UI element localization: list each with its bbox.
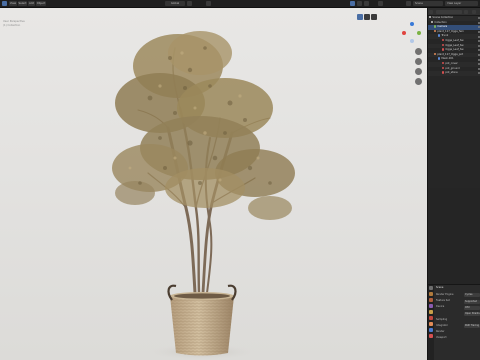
property-label: Feature Set bbox=[436, 299, 450, 303]
property-field[interactable]: CPU bbox=[464, 305, 480, 310]
blender-window: View Select Add Object Global Scene View… bbox=[0, 0, 480, 360]
gizmo-z-axis-icon[interactable] bbox=[410, 22, 414, 26]
outliner-row-label: plant_117_Ogga_pot bbox=[437, 52, 464, 56]
overlay-icon[interactable] bbox=[378, 1, 383, 6]
property-field[interactable]: Cycles bbox=[464, 293, 480, 298]
snap-icon[interactable] bbox=[187, 1, 192, 6]
outliner[interactable]: Scene Collection Collection Camera plant_11… bbox=[428, 8, 480, 188]
properties-editor[interactable]: Scene Render Engine Cycles Feature Set Supp… bbox=[428, 284, 480, 360]
camera-view-icon[interactable] bbox=[415, 68, 422, 75]
scene-tab-icon[interactable] bbox=[429, 310, 433, 314]
outliner-row-label: plant_117_Ogga_fern bbox=[437, 29, 464, 33]
gizmo-x-axis-icon[interactable] bbox=[402, 31, 406, 35]
property-field[interactable]: Open Shading Language bbox=[464, 311, 480, 316]
menu-object[interactable]: Object bbox=[36, 1, 46, 6]
render-tab-icon[interactable] bbox=[429, 292, 433, 296]
transform-orientation-dropdown[interactable]: Global bbox=[165, 1, 185, 6]
outliner-row-label: Ogga_Leaf_Sw bbox=[445, 48, 464, 52]
properties-title: Scene bbox=[436, 286, 444, 289]
move-icon[interactable] bbox=[371, 14, 377, 20]
modifier-tab-icon[interactable] bbox=[429, 328, 433, 332]
zoom-icon[interactable] bbox=[415, 48, 422, 55]
cursor-icon[interactable] bbox=[364, 14, 370, 20]
outliner-row-label: Mesh.001 bbox=[441, 57, 454, 61]
viewport-header-tools bbox=[357, 14, 377, 20]
outliner-tree: Scene Collection Collection Camera plant_11… bbox=[428, 16, 480, 76]
property-label: Render Engine bbox=[436, 293, 454, 296]
tree-foliage bbox=[112, 31, 295, 220]
proportional-edit-icon[interactable] bbox=[206, 1, 211, 6]
potted-olive-tree-render bbox=[112, 31, 295, 360]
outliner-empty-area bbox=[428, 188, 480, 284]
object-tab-icon[interactable] bbox=[429, 322, 433, 326]
gizmo-neg-z-icon[interactable] bbox=[410, 39, 414, 43]
world-tab-icon[interactable] bbox=[429, 316, 433, 320]
pan-hand-icon[interactable] bbox=[415, 58, 422, 65]
outliner-row-label: Trunk bbox=[441, 34, 449, 38]
filter-icon[interactable] bbox=[464, 9, 468, 14]
navigation-gizmo[interactable] bbox=[402, 22, 422, 44]
property-field[interactable]: Path Tracing bbox=[464, 324, 480, 329]
viewport-shading-solid-icon[interactable] bbox=[350, 1, 355, 6]
properties-tabs bbox=[428, 285, 434, 360]
3d-viewport[interactable]: User Perspective (1) Collection bbox=[0, 8, 427, 360]
property-label: Integrator bbox=[436, 324, 448, 327]
tool-tab-icon[interactable] bbox=[429, 286, 433, 290]
new-collection-icon[interactable] bbox=[472, 9, 476, 14]
outliner-editor-icon[interactable] bbox=[429, 9, 433, 14]
search-icon[interactable] bbox=[406, 1, 411, 6]
outliner-row[interactable]: pot_stone bbox=[428, 71, 480, 76]
view-layer-tab-icon[interactable] bbox=[429, 304, 433, 308]
editor-type-icon[interactable] bbox=[2, 1, 7, 6]
outliner-header bbox=[428, 8, 480, 16]
menu-add[interactable]: Add bbox=[28, 1, 35, 6]
grid-perspective-icon[interactable] bbox=[415, 78, 422, 85]
viewport-shading-rendered-icon[interactable] bbox=[364, 1, 369, 6]
material-tab-icon[interactable] bbox=[429, 334, 433, 338]
outliner-row-label: Ogga_Leaf_Sw bbox=[445, 43, 464, 47]
select-box-icon[interactable] bbox=[357, 14, 363, 20]
property-label: Render bbox=[436, 330, 445, 334]
outliner-row-label: pot_stone bbox=[445, 71, 458, 75]
property-label: Sampling bbox=[436, 317, 448, 321]
view-layer-selector[interactable]: View Layer bbox=[445, 1, 478, 6]
output-tab-icon[interactable] bbox=[429, 298, 433, 302]
property-label: Device bbox=[436, 305, 445, 309]
right-panels: Scene Collection Collection Camera plant_11… bbox=[427, 8, 480, 360]
scene-selector[interactable]: Scene bbox=[413, 1, 443, 6]
outliner-row-label: Camera bbox=[437, 25, 448, 29]
outliner-row-label: pot_ground bbox=[445, 66, 460, 70]
woven-basket-pot bbox=[167, 284, 237, 356]
gizmo-y-axis-icon[interactable] bbox=[417, 31, 421, 35]
property-field[interactable]: Supported bbox=[464, 299, 480, 304]
viewport-nav-buttons bbox=[415, 48, 422, 88]
outliner-row-label: pot_cover bbox=[445, 62, 458, 66]
property-label: Viewport bbox=[436, 336, 447, 340]
menu-select[interactable]: Select bbox=[18, 1, 27, 6]
outliner-search-input[interactable] bbox=[436, 9, 462, 14]
outliner-row-label: Ogga_Leaf_Sw bbox=[445, 39, 464, 43]
menu-view[interactable]: View bbox=[9, 1, 17, 6]
outliner-row-label: Scene Collection bbox=[432, 16, 454, 20]
top-bar: View Select Add Object Global Scene View… bbox=[0, 0, 480, 8]
outliner-row-label: Collection bbox=[434, 20, 447, 24]
viewport-shading-material-icon[interactable] bbox=[357, 1, 362, 6]
